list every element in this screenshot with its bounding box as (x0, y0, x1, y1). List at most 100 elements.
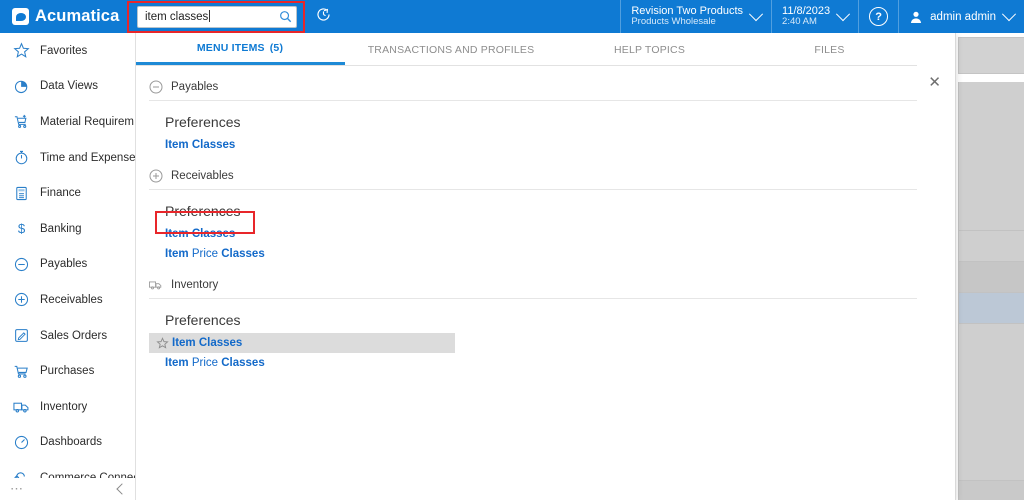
pagination-bar: › ›| (958, 480, 1024, 500)
business-date-selector[interactable]: 11/8/2023 2:40 AM (772, 0, 858, 33)
result-group-header-receivables[interactable]: Receivables (149, 155, 917, 190)
chevron-down-icon (748, 6, 764, 21)
result-link-item-price-classes[interactable]: Item Price Classes (165, 248, 265, 260)
dollar-icon: $ (12, 219, 31, 238)
table-row[interactable] (959, 323, 1024, 354)
favorite-star-icon[interactable] (156, 336, 169, 350)
sidebar-item-favorites[interactable]: Favorites (0, 33, 135, 69)
sidebar-item-sales-orders[interactable]: Sales Orders (0, 318, 135, 354)
tab-help-topics-label: HELP TOPICS (613, 43, 686, 56)
search-icon[interactable] (279, 10, 292, 23)
sidebar-item-receivables[interactable]: Receivables (0, 282, 135, 318)
sidebar-item-material-requirements[interactable]: Material Requirem... (0, 104, 135, 140)
tab-help-topics[interactable]: HELP TOPICS (557, 34, 742, 65)
background-panel-header: ✕ (958, 37, 1024, 74)
non-match-term: Price (191, 357, 222, 369)
result-subheading: Preferences (165, 203, 241, 219)
result-subheading: Preferences (165, 312, 241, 328)
top-header-bar: Acumatica item classes Revision Two Prod… (0, 0, 1024, 33)
more-dots-icon[interactable]: ⋯ (10, 482, 24, 495)
result-group-title: Receivables (171, 170, 234, 182)
help-button[interactable]: ? (859, 0, 898, 33)
result-link-item-classes[interactable]: Item Classes (172, 337, 242, 349)
sidebar-item-label: Sales Orders (40, 329, 108, 342)
star-icon (12, 41, 31, 60)
search-input[interactable]: item classes (137, 5, 297, 28)
chevron-left-icon[interactable] (116, 483, 128, 495)
non-match-term: Price (191, 248, 222, 260)
tab-files-label: FILES (814, 43, 845, 56)
tab-files[interactable]: FILES (742, 34, 917, 65)
sidebar-item-label: Material Requirem... (40, 115, 135, 128)
recently-viewed-button[interactable] (305, 0, 341, 33)
search-input-value: item classes (145, 10, 209, 23)
user-name-label: admin admin (930, 10, 996, 23)
sidebar-item-label: Inventory (40, 400, 88, 413)
sidebar-item-finance[interactable]: Finance (0, 175, 135, 211)
result-group-header-inventory[interactable]: Inventory (149, 264, 917, 299)
svg-text:$: $ (18, 221, 26, 236)
user-menu[interactable]: admin admin (899, 0, 1024, 33)
result-group-header-payables[interactable]: Payables (149, 66, 917, 101)
sidebar-item-label: Finance (40, 187, 81, 200)
tab-transactions-and-profiles[interactable]: TRANSACTIONS AND PROFILES (345, 34, 557, 65)
sidebar-item-purchases[interactable]: Purchases (0, 353, 135, 389)
company-branch: Products Wholesale (631, 16, 716, 28)
chevron-down-icon (836, 6, 851, 21)
sidebar-item-inventory[interactable]: Inventory (0, 389, 135, 425)
chevron-down-icon (1001, 6, 1017, 21)
result-link-row[interactable]: Item Price Classes (149, 244, 455, 264)
sidebar-item-label: Favorites (40, 44, 88, 57)
tab-menu-items-count: (5) (269, 42, 284, 54)
circle-minus-icon (12, 255, 31, 274)
result-subheading: Preferences (165, 114, 241, 130)
sidebar-item-label: Dashboards (40, 436, 103, 449)
result-link-row[interactable]: Item Classes (149, 224, 455, 244)
search-results-dropdown: MENU ITEMS (5) TRANSACTIONS AND PROFILES … (135, 33, 956, 500)
circle-plus-icon (149, 169, 163, 183)
result-link-row-hovered[interactable]: Item Classes (149, 333, 455, 353)
table-row[interactable] (959, 292, 1024, 323)
sidebar-item-time-and-expenses[interactable]: Time and Expenses (0, 140, 135, 176)
result-link-row[interactable]: Item Price Classes (149, 353, 455, 373)
result-group-title: Payables (171, 81, 219, 93)
result-link-item-classes[interactable]: Item Classes (165, 228, 235, 240)
result-link-item-price-classes[interactable]: Item Price Classes (165, 357, 265, 369)
company-selector[interactable]: Revision Two Products Products Wholesale (621, 0, 771, 33)
user-avatar-icon (909, 10, 923, 24)
circle-plus-icon (12, 290, 31, 309)
sidebar-item-dashboards[interactable]: Dashboards (0, 425, 135, 461)
sidebar-item-label: Data Views (40, 80, 98, 93)
tab-transactions-and-profiles-label: TRANSACTIONS AND PROFILES (367, 43, 535, 56)
result-link-item-classes[interactable]: Item Classes (165, 139, 235, 151)
sidebar-item-label: Banking (40, 222, 82, 235)
result-link-row[interactable]: Item Classes (149, 135, 455, 155)
table-row[interactable] (959, 261, 1024, 292)
sidebar-item-data-views[interactable]: Data Views (0, 69, 135, 105)
help-circle-icon: ? (869, 7, 889, 26)
sidebar-item-label: Receivables (40, 293, 103, 306)
search-results-tabs: MENU ITEMS (5) TRANSACTIONS AND PROFILES … (135, 33, 917, 66)
table-row[interactable] (959, 230, 1024, 261)
background-panel-body (958, 82, 1024, 480)
result-group-title: Inventory (171, 279, 219, 291)
brand-logo[interactable]: Acumatica (0, 0, 135, 33)
sidebar-footer: ⋯ (0, 478, 135, 500)
sidebar-item-banking[interactable]: $ Banking (0, 211, 135, 247)
sidebar-item-payables[interactable]: Payables (0, 247, 135, 283)
search-results-list: Payables Preferences Item Classes Receiv… (135, 66, 955, 373)
match-term: Item (165, 248, 192, 260)
truck-icon (12, 397, 31, 416)
pencil-square-icon (12, 326, 31, 345)
calculator-icon (12, 184, 31, 203)
tab-menu-items-label: MENU ITEMS (196, 42, 265, 54)
close-dropdown-icon[interactable]: ✕ (928, 75, 941, 90)
sidebar-item-label: Purchases (40, 365, 95, 378)
tab-menu-items[interactable]: MENU ITEMS (5) (135, 34, 345, 65)
cart-plus-icon (12, 112, 31, 131)
sidebar-item-label: Payables (40, 258, 88, 271)
business-time: 2:40 AM (782, 16, 817, 28)
brand-name-label: Acumatica (35, 7, 120, 25)
match-term: Classes (221, 357, 265, 369)
text-caret (209, 9, 211, 22)
